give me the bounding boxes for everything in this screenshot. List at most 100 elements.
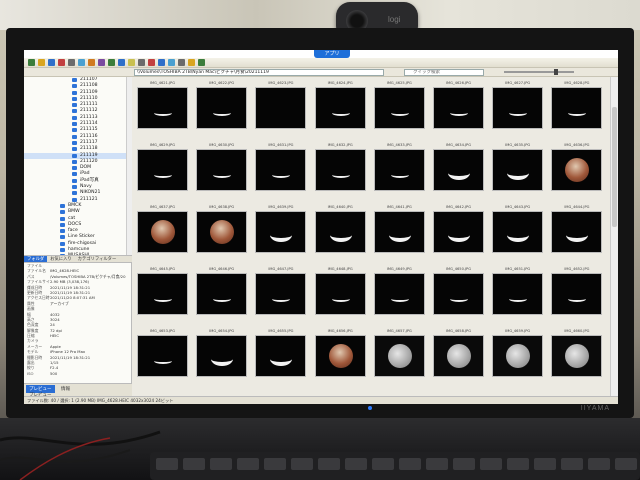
- panel-tab[interactable]: カテゴリフィルター: [75, 256, 120, 262]
- moon-icon: [270, 228, 293, 242]
- properties-panel: ファイル ファイル名 IMG_4628.HEIC パス/Volumes/TOSHIBA…: [24, 263, 132, 383]
- moon-icon: [450, 110, 468, 116]
- thumbnail-cell[interactable]: IMG_4644.JPG: [548, 205, 605, 261]
- thumbnail-cell[interactable]: IMG_4650.JPG: [430, 267, 487, 323]
- keyboard-key: [507, 458, 529, 470]
- toolbar-button-icon[interactable]: [198, 59, 205, 66]
- thumbnail-cell[interactable]: IMG_4646.JPG: [193, 267, 250, 323]
- folder-icon: [60, 235, 65, 240]
- thumbnail-cell[interactable]: IMG_4660.JPG: [548, 329, 605, 385]
- moon-icon: [388, 228, 411, 242]
- thumbnail-cell[interactable]: IMG_4656.JPG: [312, 329, 369, 385]
- thumbnail-cell[interactable]: IMG_4655.JPG: [252, 329, 309, 385]
- slider-thumb[interactable]: [554, 69, 558, 75]
- folder-label: fire-chigosai: [68, 240, 97, 246]
- thumbnail-image: [196, 87, 248, 129]
- toolbar-button-icon[interactable]: [88, 59, 95, 66]
- thumbnail-cell[interactable]: IMG_4637.JPG: [134, 205, 191, 261]
- thumbnail-filename: IMG_4647.JPG: [268, 267, 294, 271]
- folder-icon: [60, 241, 65, 246]
- thumbnail-image: [433, 335, 484, 377]
- thumbnail-cell[interactable]: IMG_4640.JPG: [312, 205, 369, 261]
- thumbnail-cell[interactable]: IMG_4626.JPG: [430, 81, 487, 137]
- thumbnail-filename: IMG_4621.JPG: [149, 81, 176, 85]
- moon-icon: [565, 158, 590, 182]
- thumbnail-cell[interactable]: IMG_4623.JPG: [252, 81, 309, 137]
- panel-tabs: フォルダ お気に入り カテゴリフィルター: [24, 255, 132, 263]
- thumbnail-cell[interactable]: IMG_4627.JPG: [489, 81, 546, 137]
- thumbnail-cell[interactable]: IMG_4652.JPG: [548, 267, 605, 323]
- thumbnail-cell[interactable]: IMG_4653.JPG: [134, 329, 191, 385]
- thumbnail-cell[interactable]: IMG_4629.JPG: [134, 143, 191, 199]
- toolbar-button-icon[interactable]: [28, 59, 35, 66]
- toolbar-button-icon[interactable]: [98, 59, 105, 66]
- folder-icon: [72, 115, 77, 120]
- bottom-tab[interactable]: 情報: [58, 385, 73, 393]
- moon-icon: [565, 344, 590, 368]
- path-input[interactable]: \\Volumes\TOSHIBA 2TB\Nyan Mac\ピクチャ\月食\2…: [134, 69, 384, 76]
- folder-label: 211121: [80, 196, 98, 202]
- thumbnail-cell[interactable]: IMG_4630.JPG: [193, 143, 250, 199]
- thumbnail-cell[interactable]: IMG_4648.JPG: [312, 267, 369, 323]
- thumbnail-cell[interactable]: IMG_4635.JPG: [489, 143, 546, 199]
- thumbnail-cell[interactable]: IMG_4625.JPG: [371, 81, 428, 137]
- thumbnail-cell[interactable]: IMG_4633.JPG: [371, 143, 428, 199]
- app-window-tab[interactable]: アプリ: [314, 50, 350, 58]
- toolbar-button-icon[interactable]: [108, 59, 115, 66]
- toolbar-button-icon[interactable]: [48, 59, 55, 66]
- grid-scrollbar-thumb[interactable]: [612, 107, 617, 227]
- folder-label: 211119: [80, 152, 98, 158]
- toolbar-button-icon[interactable]: [168, 59, 175, 66]
- thumbnail-cell[interactable]: IMG_4621.JPG: [134, 81, 191, 137]
- thumbnail-cell[interactable]: IMG_4634.JPG: [430, 143, 487, 199]
- toolbar-button-icon[interactable]: [118, 59, 125, 66]
- thumbnail-cell[interactable]: IMG_4659.JPG: [489, 329, 546, 385]
- quick-search-input[interactable]: クイック検索: [404, 69, 484, 76]
- thumbnail-cell[interactable]: IMG_4641.JPG: [371, 205, 428, 261]
- thumbnail-cell[interactable]: IMG_4657.JPG: [371, 329, 428, 385]
- thumbnail-size-slider[interactable]: [504, 71, 574, 73]
- thumbnail-cell[interactable]: IMG_4649.JPG: [371, 267, 428, 323]
- toolbar-button-icon[interactable]: [38, 59, 45, 66]
- thumbnail-image: [433, 273, 484, 315]
- keyboard-key: [372, 458, 394, 470]
- folder-label: 211110: [80, 95, 98, 101]
- toolbar-button-icon[interactable]: [178, 59, 185, 66]
- toolbar-button-icon[interactable]: [68, 59, 75, 66]
- thumbnail-cell[interactable]: IMG_4636.JPG: [548, 143, 605, 199]
- folder-label: 211116: [80, 133, 98, 139]
- folder-icon: [72, 166, 77, 171]
- toolbar-button-icon[interactable]: [158, 59, 165, 66]
- thumbnail-image: [314, 211, 366, 253]
- thumbnail-cell[interactable]: IMG_4638.JPG: [193, 205, 250, 261]
- moon-icon: [154, 110, 172, 116]
- folder-label: 211107: [80, 77, 98, 82]
- grid-scrollbar[interactable]: [610, 77, 618, 396]
- folder-icon: [72, 178, 77, 183]
- thumbnail-filename: IMG_4645.JPG: [149, 267, 176, 271]
- thumbnail-cell[interactable]: IMG_4628.JPG: [548, 81, 605, 137]
- thumbnail-cell[interactable]: IMG_4658.JPG: [430, 329, 487, 385]
- folder-icon: [72, 109, 77, 114]
- thumbnail-cell[interactable]: IMG_4639.JPG: [252, 205, 309, 261]
- thumbnail-cell[interactable]: IMG_4622.JPG: [193, 81, 250, 137]
- toolbar-button-icon[interactable]: [138, 59, 145, 66]
- panel-tab[interactable]: お気に入り: [47, 256, 74, 262]
- thumbnail-cell[interactable]: IMG_4624.JPG: [312, 81, 369, 137]
- toolbar-button-icon[interactable]: [78, 59, 85, 66]
- toolbar-button-icon[interactable]: [188, 59, 195, 66]
- thumbnail-cell[interactable]: IMG_4651.JPG: [489, 267, 546, 323]
- panel-tab[interactable]: フォルダ: [24, 256, 48, 262]
- thumbnail-cell[interactable]: IMG_4642.JPG: [430, 205, 487, 261]
- thumbnail-filename: IMG_4641.JPG: [386, 205, 412, 209]
- toolbar-button-icon[interactable]: [128, 59, 135, 66]
- thumbnail-cell[interactable]: IMG_4647.JPG: [252, 267, 309, 323]
- toolbar-button-icon[interactable]: [58, 59, 65, 66]
- thumbnail-cell[interactable]: IMG_4632.JPG: [312, 143, 369, 199]
- folder-icon: [72, 140, 77, 145]
- thumbnail-cell[interactable]: IMG_4654.JPG: [193, 329, 250, 385]
- toolbar-button-icon[interactable]: [148, 59, 155, 66]
- thumbnail-cell[interactable]: IMG_4643.JPG: [489, 205, 546, 261]
- thumbnail-cell[interactable]: IMG_4631.JPG: [252, 143, 309, 199]
- thumbnail-cell[interactable]: IMG_4645.JPG: [134, 267, 191, 323]
